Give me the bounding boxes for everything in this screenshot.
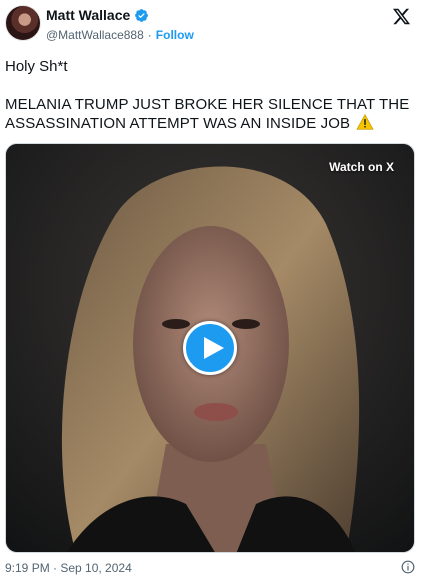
- warning-icon: [356, 114, 374, 130]
- author-handle[interactable]: @MattWallace888: [46, 28, 144, 42]
- play-icon: [204, 337, 224, 359]
- post-text-line2: MELANIA TRUMP JUST BROKE HER SILENCE THA…: [5, 95, 415, 133]
- video-player[interactable]: Watch on X: [5, 143, 415, 553]
- info-icon[interactable]: [401, 560, 415, 574]
- watch-on-x-label[interactable]: Watch on X: [329, 160, 394, 174]
- author-name-row: Matt Wallace: [46, 7, 149, 23]
- author-handle-row: @MattWallace888 · Follow: [46, 28, 194, 42]
- verified-badge-icon: [135, 8, 149, 22]
- author-name[interactable]: Matt Wallace: [46, 7, 130, 23]
- post-text-line1: Holy Sh*t: [5, 58, 68, 75]
- separator: ·: [147, 28, 152, 42]
- post-text-body: MELANIA TRUMP JUST BROKE HER SILENCE THA…: [5, 96, 410, 132]
- post-timestamp[interactable]: 9:19 PM · Sep 10, 2024: [5, 561, 132, 575]
- play-button[interactable]: [183, 321, 237, 375]
- post-card: Matt Wallace @MattWallace888 · Follow Ho…: [0, 0, 421, 580]
- follow-button[interactable]: Follow: [156, 28, 194, 42]
- avatar[interactable]: [5, 5, 41, 41]
- x-logo-icon[interactable]: [392, 7, 411, 26]
